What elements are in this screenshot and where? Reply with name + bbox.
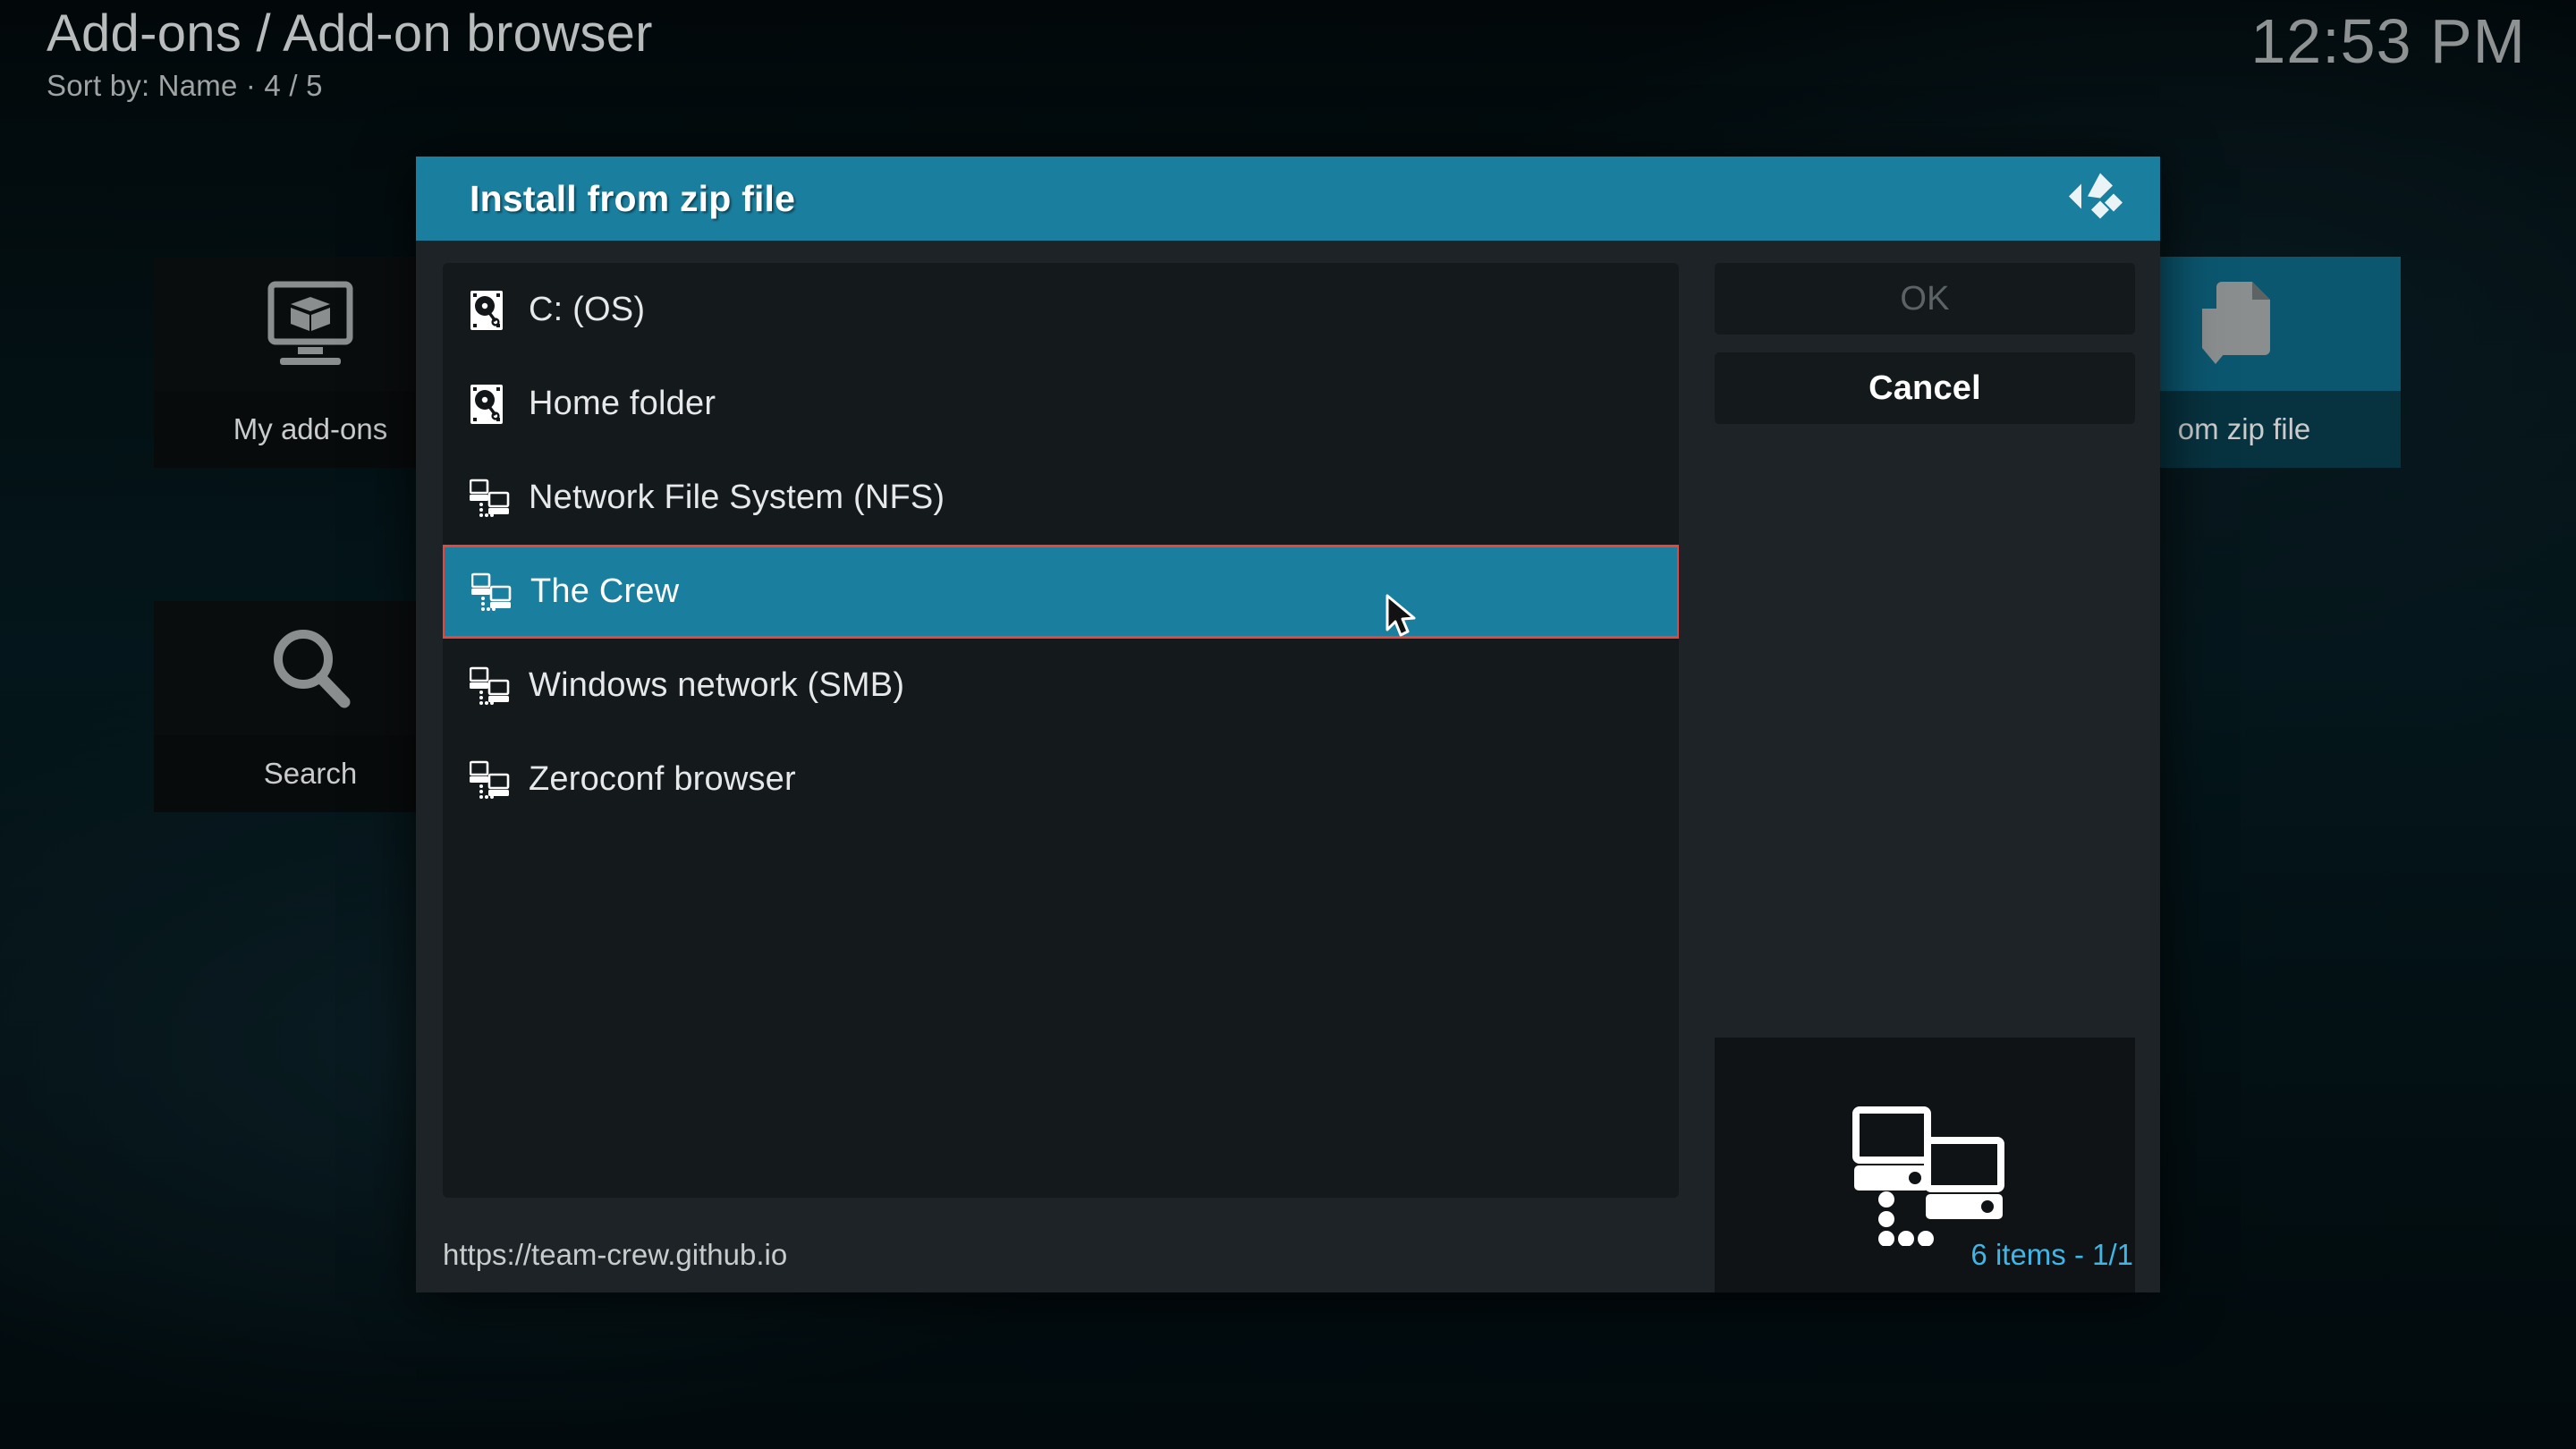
kodi-logo-icon xyxy=(2063,169,2123,229)
network-icon xyxy=(470,479,529,518)
list-item-label: The Crew xyxy=(530,572,680,610)
network-icon xyxy=(470,760,529,800)
list-item-label: C: (OS) xyxy=(529,291,646,328)
sort-info: Sort by: Name · 4 / 5 xyxy=(47,68,323,102)
page-header: Add-ons / Add-on browser Sort by: Name ·… xyxy=(47,4,653,103)
screen: Add-ons / Add-on browser Sort by: Name ·… xyxy=(0,0,2576,1449)
list-item[interactable]: Network File System (NFS) xyxy=(443,451,1679,545)
network-icon xyxy=(471,572,530,612)
file-list[interactable]: C: (OS) Home folder Network File System … xyxy=(443,263,1679,1198)
hard-drive-icon xyxy=(470,384,529,425)
dialog-title-bar: Install from zip file xyxy=(416,157,2160,241)
hard-drive-icon xyxy=(470,290,529,331)
zip-file-icon xyxy=(2202,282,2270,364)
dialog-body: C: (OS) Home folder Network File System … xyxy=(416,241,2160,1292)
list-item-label: Network File System (NFS) xyxy=(529,479,945,516)
dialog-title: Install from zip file xyxy=(470,177,796,219)
addons-box-icon xyxy=(267,281,353,365)
cancel-button[interactable]: Cancel xyxy=(1715,352,2135,424)
list-item[interactable]: Zeroconf browser xyxy=(443,733,1679,826)
list-item-label: Windows network (SMB) xyxy=(529,666,905,704)
list-item-label: Home folder xyxy=(529,385,716,422)
search-icon xyxy=(274,630,351,708)
item-count: 6 items - 1/1 xyxy=(1970,1238,2133,1271)
clock: 12:53 PM xyxy=(2250,6,2526,76)
ok-button[interactable]: OK xyxy=(1715,263,2135,335)
list-item[interactable]: Home folder xyxy=(443,357,1679,451)
list-item-label: Zeroconf browser xyxy=(529,760,796,798)
dialog-side-panel: OK Cancel xyxy=(1715,263,2135,1292)
breadcrumb: Add-ons / Add-on browser xyxy=(47,4,653,63)
current-path: https://team-crew.github.io xyxy=(443,1238,788,1271)
install-from-zip-dialog: Install from zip file C: (OS) Home folde… xyxy=(416,157,2160,1292)
list-item-selected[interactable]: The Crew xyxy=(443,545,1679,639)
mouse-pointer-icon xyxy=(1385,594,1420,645)
network-icon xyxy=(470,666,529,706)
list-item[interactable]: Windows network (SMB) xyxy=(443,639,1679,733)
list-item[interactable]: C: (OS) xyxy=(443,263,1679,357)
